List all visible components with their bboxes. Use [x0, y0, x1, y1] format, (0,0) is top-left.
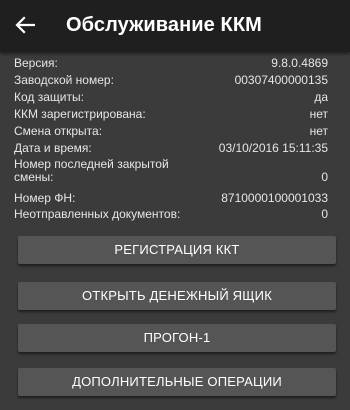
info-label: ККМ зарегистрирована:	[14, 107, 146, 121]
register-kkt-button[interactable]: РЕГИСТРАЦИЯ ККТ	[18, 236, 336, 264]
info-label: Заводской номер:	[14, 73, 114, 87]
back-button[interactable]	[10, 11, 40, 39]
info-label: Смена открыта:	[14, 124, 103, 138]
info-value: 0	[321, 207, 328, 221]
info-value: да	[314, 90, 328, 104]
app-bar: Обслуживание ККМ	[0, 0, 350, 52]
info-label: Номер ФН:	[14, 191, 76, 205]
info-value: 8710000100001033	[221, 191, 328, 205]
arrow-left-icon	[15, 16, 35, 34]
page-title: Обслуживание ККМ	[66, 14, 262, 36]
info-value: нет	[309, 107, 328, 121]
run-1-button[interactable]: ПРОГОН-1	[18, 324, 336, 352]
info-label: Неотправленных документов:	[14, 207, 181, 221]
open-cash-drawer-button[interactable]: ОТКРЫТЬ ДЕНЕЖНЫЙ ЯЩИК	[18, 282, 336, 310]
info-label: Номер последней закрытой смены:	[14, 157, 169, 184]
info-value: 03/10/2016 15:11:35	[218, 141, 328, 155]
additional-operations-button[interactable]: ДОПОЛНИТЕЛЬНЫЕ ОПЕРАЦИИ	[18, 368, 336, 396]
info-value: нет	[309, 124, 328, 138]
info-value: 00307400000135	[234, 73, 328, 87]
info-value: 0	[321, 170, 328, 184]
info-value: 9.8.0.4869	[271, 56, 328, 70]
info-label: Код защиты:	[14, 90, 84, 104]
info-label: Версия:	[14, 56, 58, 70]
info-label: Дата и время:	[14, 141, 92, 155]
